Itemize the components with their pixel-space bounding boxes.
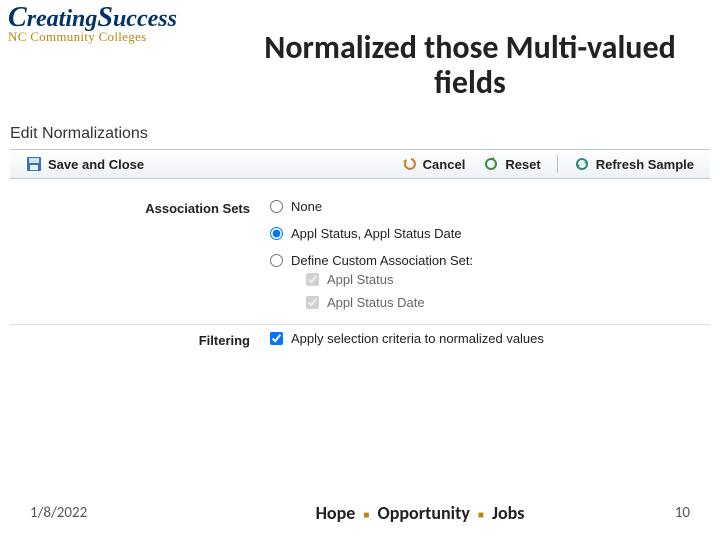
- radio-preset-label: Appl Status, Appl Status Date: [291, 226, 462, 241]
- toolbar: Save and Close Cancel Reset: [10, 149, 710, 179]
- cancel-label: Cancel: [423, 157, 466, 172]
- edit-normalizations-panel: Edit Normalizations Save and Close Cance…: [10, 125, 710, 354]
- brand-logo-main: CreatingSuccess: [8, 4, 177, 32]
- footer-page-number: 10: [610, 504, 690, 522]
- custom-check-appl-status[interactable]: Appl Status: [306, 272, 710, 287]
- toolbar-separator: [557, 155, 558, 173]
- radio-none-label: None: [291, 199, 322, 214]
- filtering-apply-option[interactable]: Apply selection criteria to normalized v…: [270, 331, 710, 346]
- undo-arrow-icon: [401, 156, 417, 172]
- refresh-sample-button[interactable]: Refresh Sample: [568, 154, 700, 174]
- motto-hope: Hope: [316, 502, 356, 524]
- footer-date: 1/8/2022: [30, 504, 230, 522]
- association-sets-label: Association Sets: [10, 199, 270, 216]
- checkbox-apply-criteria[interactable]: [270, 332, 283, 345]
- reset-icon: [483, 156, 499, 172]
- radio-preset[interactable]: [270, 227, 283, 240]
- assoc-option-custom[interactable]: Define Custom Association Set:: [270, 253, 710, 268]
- brand-logo: CreatingSuccess NC Community Colleges: [8, 4, 177, 43]
- filtering-row: Filtering Apply selection criteria to no…: [10, 325, 710, 354]
- motto-dot-icon: ■: [359, 508, 373, 521]
- custom-check-appl-status-date[interactable]: Appl Status Date: [306, 295, 710, 310]
- checkbox-apply-criteria-label: Apply selection criteria to normalized v…: [291, 331, 544, 346]
- refresh-icon: [574, 156, 590, 172]
- footer-motto: Hope ■ Opportunity ■ Jobs: [230, 502, 610, 524]
- motto-opportunity: Opportunity: [378, 502, 470, 524]
- motto-dot-icon: ■: [474, 508, 488, 521]
- slide-title: Normalized those Multi-valued fields: [250, 30, 690, 100]
- save-label: Save and Close: [48, 157, 144, 172]
- reset-label: Reset: [505, 157, 540, 172]
- checkbox-appl-status-date-label: Appl Status Date: [327, 295, 425, 310]
- association-sets-row: Association Sets None Appl Status, Appl …: [10, 193, 710, 325]
- refresh-label: Refresh Sample: [596, 157, 694, 172]
- radio-custom[interactable]: [270, 254, 283, 267]
- assoc-option-preset[interactable]: Appl Status, Appl Status Date: [270, 226, 710, 241]
- radio-none[interactable]: [270, 200, 283, 213]
- radio-custom-label: Define Custom Association Set:: [291, 253, 473, 268]
- checkbox-appl-status[interactable]: [306, 273, 319, 286]
- checkbox-appl-status-date[interactable]: [306, 296, 319, 309]
- form-area: Association Sets None Appl Status, Appl …: [10, 179, 710, 354]
- motto-jobs: Jobs: [492, 502, 524, 524]
- save-and-close-button[interactable]: Save and Close: [20, 154, 150, 174]
- cancel-button[interactable]: Cancel: [395, 154, 472, 174]
- reset-button[interactable]: Reset: [477, 154, 546, 174]
- checkbox-appl-status-label: Appl Status: [327, 272, 394, 287]
- assoc-option-none[interactable]: None: [270, 199, 710, 214]
- save-icon: [26, 156, 42, 172]
- slide-footer: 1/8/2022 Hope ■ Opportunity ■ Jobs 10: [0, 502, 720, 524]
- panel-heading: Edit Normalizations: [10, 125, 710, 143]
- filtering-label: Filtering: [10, 331, 270, 348]
